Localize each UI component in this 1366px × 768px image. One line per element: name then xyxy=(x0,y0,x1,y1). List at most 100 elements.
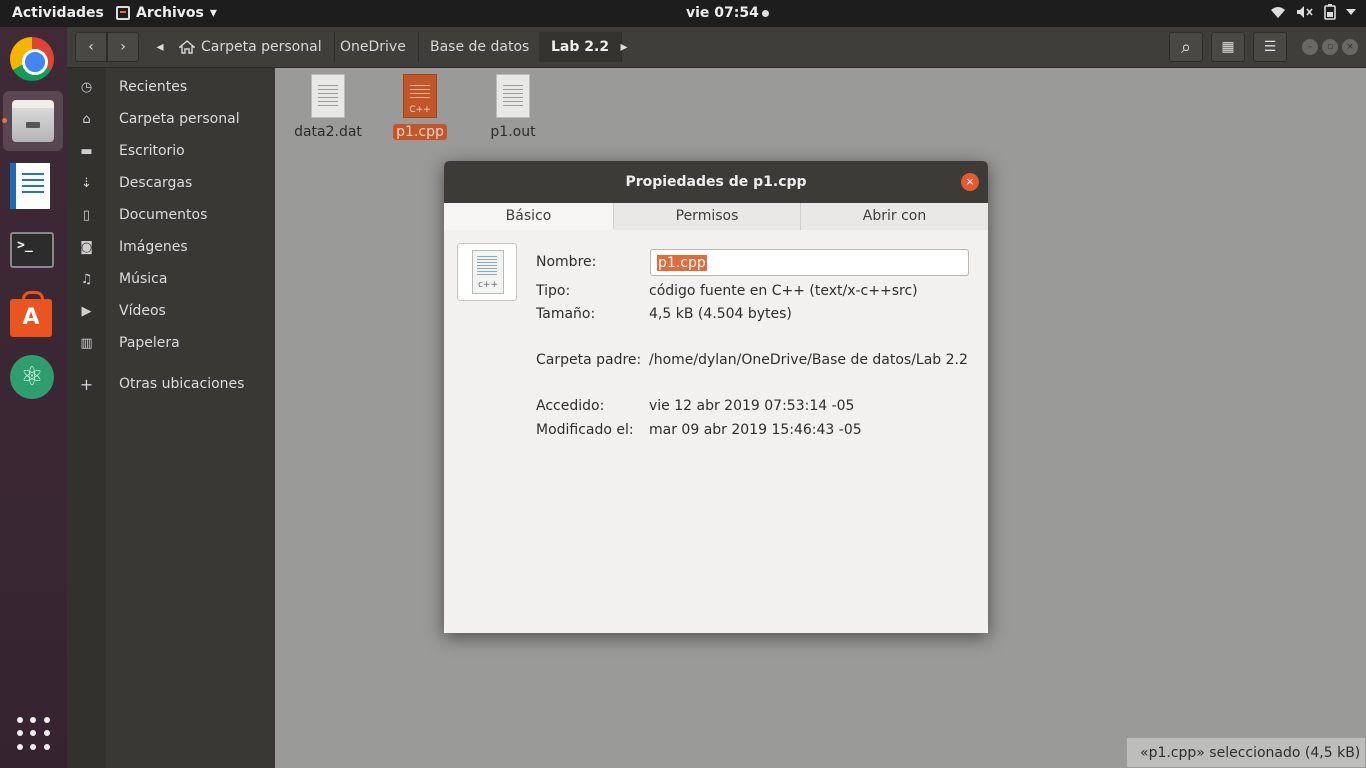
maximize-button[interactable]: ▫ xyxy=(1322,39,1338,55)
binary-file-icon xyxy=(496,74,530,118)
sidebar-item-label: Carpeta personal xyxy=(119,111,240,127)
sidebar-item-papelera[interactable]: ▥ Papelera xyxy=(67,327,275,359)
tab-basico[interactable]: Básico xyxy=(444,203,614,230)
menu-button[interactable]: ☰ xyxy=(1253,32,1287,62)
breadcrumb-home[interactable]: Carpeta personal xyxy=(171,32,335,62)
download-icon: ⇣ xyxy=(81,175,92,191)
breadcrumb-scroll-right[interactable]: ▸ xyxy=(615,32,633,62)
sidebar-item-label: Descargas xyxy=(119,175,193,191)
selection-status: «p1.cpp» seleccionado (4,5 kB) xyxy=(1126,737,1366,768)
back-button[interactable]: ‹ xyxy=(75,32,107,62)
close-icon: × xyxy=(1346,42,1354,52)
parent-folder-label: Carpeta padre: xyxy=(536,352,642,368)
sidebar-item-descargas[interactable]: ⇣ Descargas xyxy=(67,167,275,199)
app-menu-button[interactable]: Archivos ▾ xyxy=(116,5,217,21)
dialog-title: Propiedades de p1.cpp xyxy=(444,161,988,203)
sidebar-item-otras-ubicaciones[interactable]: + Otras ubicaciones xyxy=(67,368,275,400)
terminal-icon: >_ xyxy=(10,232,54,268)
system-tray[interactable] xyxy=(1270,4,1356,20)
breadcrumb-onedrive[interactable]: OneDrive xyxy=(328,32,419,62)
volume-muted-icon xyxy=(1297,6,1313,18)
breadcrumb-scroll-left[interactable]: ◂ xyxy=(151,32,169,62)
video-icon: ▶ xyxy=(81,303,92,319)
file-item[interactable]: data2.dat xyxy=(283,74,373,140)
sidebar-item-videos[interactable]: ▶ Vídeos xyxy=(67,295,275,327)
dialog-close-button[interactable]: × xyxy=(961,173,979,191)
plus-icon: + xyxy=(79,374,94,394)
sidebar-item-musica[interactable]: ♫ Música xyxy=(67,263,275,295)
chevron-left-icon: ‹ xyxy=(88,39,94,55)
accessed-value: vie 12 abr 2019 07:53:14 -05 xyxy=(649,398,855,414)
files-app-icon xyxy=(116,6,130,20)
sidebar-item-escritorio[interactable]: ▬ Escritorio xyxy=(67,135,275,167)
files-launcher[interactable] xyxy=(3,91,63,151)
file-name: p1.out xyxy=(490,124,536,140)
breadcrumb-base-de-datos[interactable]: Base de datos xyxy=(418,32,543,62)
tab-permisos[interactable]: Permisos xyxy=(614,203,801,230)
sidebar-item-label: Otras ubicaciones xyxy=(119,376,245,392)
type-value: código fuente en C++ (text/x-c++src) xyxy=(649,283,918,299)
search-button[interactable]: ⌕ xyxy=(1169,32,1203,62)
breadcrumb-lab-2-2[interactable]: Lab 2.2 xyxy=(539,32,623,62)
sidebar-item-imagenes[interactable]: ◙ Imágenes xyxy=(67,231,275,263)
sidebar-item-label: Imágenes xyxy=(119,239,188,255)
chevron-right-icon: › xyxy=(120,39,126,55)
show-applications-icon[interactable] xyxy=(17,717,51,751)
home-icon xyxy=(179,40,195,54)
battery-icon xyxy=(1324,4,1336,20)
clock-icon: ◷ xyxy=(80,79,93,95)
places-sidebar: ◷ Recientes ⌂ Carpeta personal ▬ Escritorio… xyxy=(67,68,275,768)
sidebar-item-label: Recientes xyxy=(119,79,188,95)
file-manager-header: ‹ › ◂ Carpeta personal OneDrive Base de … xyxy=(67,27,1366,68)
forward-button[interactable]: › xyxy=(107,32,139,62)
file-name: data2.dat xyxy=(294,124,362,140)
clock-text: vie 07:54 xyxy=(686,5,759,21)
breadcrumb-label: OneDrive xyxy=(340,39,406,55)
software-launcher[interactable]: A xyxy=(10,291,56,339)
sidebar-item-label: Música xyxy=(119,271,168,287)
sidebar-item-label: Papelera xyxy=(119,335,180,351)
terminal-launcher[interactable]: >_ xyxy=(10,227,56,273)
document-icon: ▯ xyxy=(82,207,91,223)
wifi-icon xyxy=(1271,7,1285,18)
minimize-button[interactable]: – xyxy=(1302,39,1318,55)
view-toggle-button[interactable]: ▦ xyxy=(1211,32,1245,62)
cpp-file-icon: c++ xyxy=(472,250,504,294)
top-bar: Actividades Archivos ▾ vie 07:54 xyxy=(0,0,1366,27)
atom-launcher[interactable]: ⚛ xyxy=(10,355,56,401)
modified-label: Modificado el: xyxy=(536,422,634,438)
list-view-icon: ▦ xyxy=(1221,39,1235,55)
tab-abrir-con[interactable]: Abrir con xyxy=(801,203,988,230)
hamburger-icon: ☰ xyxy=(1263,39,1277,55)
text-file-icon xyxy=(311,74,345,118)
maximize-icon: ▫ xyxy=(1326,42,1334,52)
breadcrumb-label: Carpeta personal xyxy=(201,39,322,55)
files-icon xyxy=(12,100,54,142)
breadcrumb-label: Base de datos xyxy=(430,39,530,55)
close-window-button[interactable]: × xyxy=(1342,39,1358,55)
modified-value: mar 09 abr 2019 15:46:43 -05 xyxy=(649,422,862,438)
file-icon-button[interactable]: c++ xyxy=(457,243,517,301)
trash-icon: ▥ xyxy=(80,335,93,351)
sidebar-item-label: Documentos xyxy=(119,207,208,223)
sidebar-item-documentos[interactable]: ▯ Documentos xyxy=(67,199,275,231)
sidebar-item-carpeta-personal[interactable]: ⌂ Carpeta personal xyxy=(67,103,275,135)
file-item[interactable]: p1.out xyxy=(468,74,558,140)
dock: >_ A ⚛ xyxy=(0,27,67,768)
arrow-left-icon: ◂ xyxy=(156,39,164,55)
sidebar-item-recientes[interactable]: ◷ Recientes xyxy=(67,71,275,103)
app-name: Archivos xyxy=(136,5,204,21)
properties-dialog: Propiedades de p1.cpp × Básico Permisos … xyxy=(444,161,988,633)
name-field[interactable]: p1.cpp xyxy=(650,249,969,276)
clock[interactable]: vie 07:54 xyxy=(686,5,769,21)
music-icon: ♫ xyxy=(80,271,93,287)
file-item-selected[interactable]: C++ p1.cpp xyxy=(375,74,465,140)
writer-launcher[interactable] xyxy=(10,163,56,209)
file-name: p1.cpp xyxy=(393,124,447,140)
activities-button[interactable]: Actividades xyxy=(12,5,104,21)
chrome-launcher[interactable] xyxy=(10,37,56,83)
sidebar-item-label: Vídeos xyxy=(119,303,166,319)
file-type-tag: C++ xyxy=(409,105,431,115)
cpp-file-icon: C++ xyxy=(403,74,437,118)
name-field-value: p1.cpp xyxy=(657,254,707,271)
